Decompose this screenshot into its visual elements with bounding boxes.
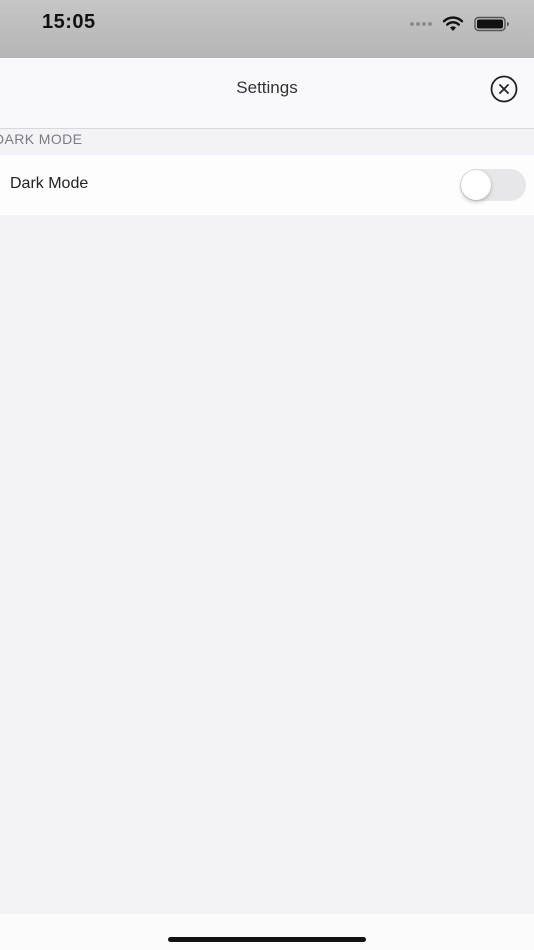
signal-icon <box>410 22 432 26</box>
status-bar: 15:05 <box>0 0 534 58</box>
status-icons <box>410 14 510 34</box>
navigation-bar: Settings <box>0 58 534 129</box>
dark-mode-toggle[interactable] <box>460 169 526 201</box>
page-title: Settings <box>236 78 298 97</box>
dark-mode-label: Dark Mode <box>10 175 89 192</box>
settings-sheet: Settings DARK MODE Dark Mode <box>0 58 534 950</box>
close-circle-icon <box>490 75 518 103</box>
bottom-safe-area <box>0 914 534 950</box>
section-header: DARK MODE <box>0 131 83 147</box>
wifi-icon <box>442 16 464 32</box>
battery-icon <box>474 16 510 32</box>
close-button[interactable] <box>490 75 518 103</box>
dark-mode-row: Dark Mode <box>0 155 534 215</box>
status-time: 15:05 <box>42 11 96 33</box>
toggle-knob <box>461 170 491 200</box>
home-indicator <box>168 937 366 942</box>
